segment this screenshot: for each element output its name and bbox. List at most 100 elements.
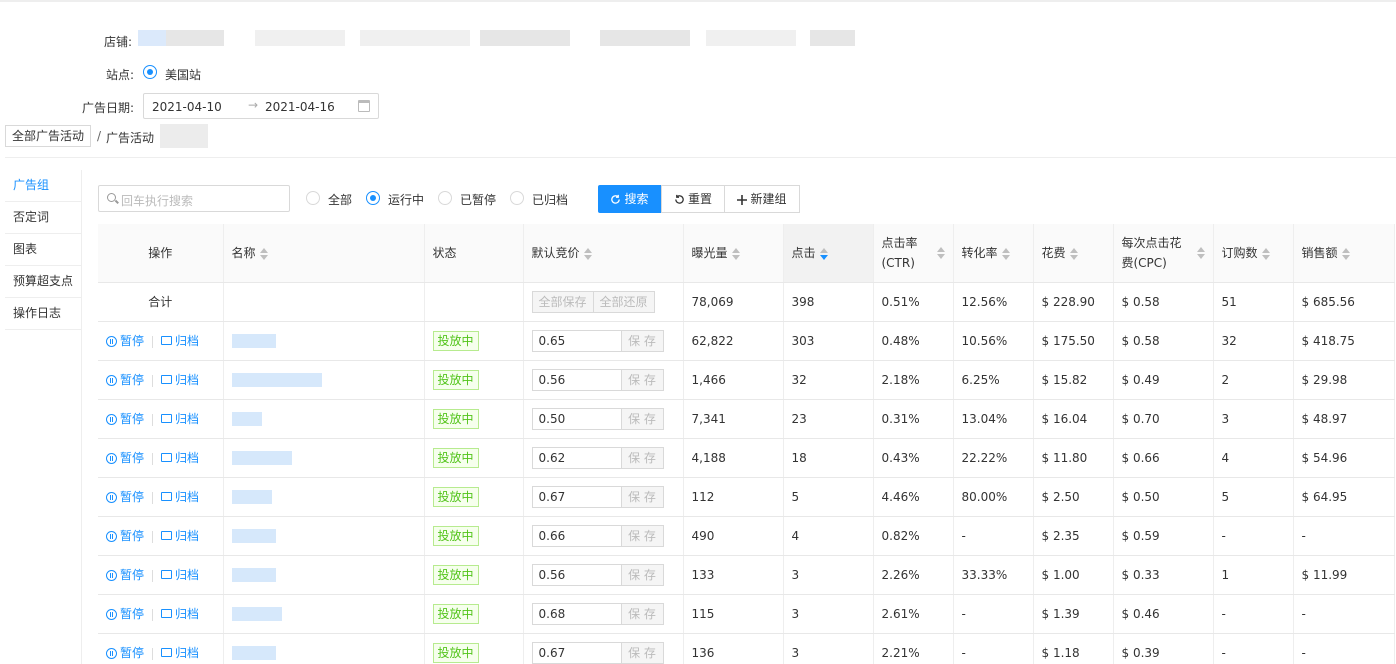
archive-action[interactable]: 归档 <box>161 412 199 426</box>
pause-label: 暂停 <box>120 568 145 582</box>
row-name[interactable] <box>223 360 425 400</box>
sort-icon[interactable] <box>1069 247 1078 260</box>
save-button[interactable]: 保 存 <box>621 368 664 391</box>
col-impressions[interactable]: 曝光量 <box>683 224 784 283</box>
col-orders-label: 订购数 <box>1221 246 1258 261</box>
filter-all-radio[interactable] <box>306 191 320 205</box>
col-name[interactable]: 名称 <box>223 224 425 283</box>
pause-action[interactable]: 暂停 <box>106 373 144 387</box>
row-name[interactable] <box>223 555 425 595</box>
sort-icon[interactable] <box>731 247 740 260</box>
filter-running-label[interactable]: 运行中 <box>388 191 424 208</box>
calendar-icon[interactable] <box>358 100 370 112</box>
sort-icon[interactable] <box>1196 246 1205 259</box>
archive-action[interactable]: 归档 <box>161 334 199 348</box>
col-bid[interactable]: 默认竞价 <box>523 224 684 283</box>
bid-input[interactable]: 0.68 <box>531 602 622 625</box>
save-button[interactable]: 保 存 <box>621 446 664 469</box>
row-name[interactable] <box>223 438 425 478</box>
row-actions: 暂停 归档 <box>98 633 224 664</box>
bid-input[interactable]: 0.50 <box>531 407 622 430</box>
nav-negative-keywords[interactable]: 否定词 <box>5 202 81 234</box>
archive-action[interactable]: 归档 <box>161 373 199 387</box>
sort-icon[interactable] <box>259 247 268 260</box>
pause-action[interactable]: 暂停 <box>106 451 144 465</box>
save-button[interactable]: 保 存 <box>621 485 664 508</box>
reset-button[interactable]: 重置 <box>661 185 725 213</box>
filter-all-label[interactable]: 全部 <box>328 191 352 208</box>
date-start[interactable]: 2021-04-10 <box>152 100 222 114</box>
filter-paused-label[interactable]: 已暂停 <box>460 191 496 208</box>
pause-action[interactable]: 暂停 <box>106 568 144 582</box>
row-name[interactable] <box>223 633 425 664</box>
nav-ad-group[interactable]: 广告组 <box>5 170 81 202</box>
sort-icon[interactable] <box>1261 247 1270 260</box>
pause-action[interactable]: 暂停 <box>106 529 144 543</box>
row-name[interactable] <box>223 516 425 556</box>
pause-action[interactable]: 暂停 <box>106 646 144 660</box>
save-button[interactable]: 保 存 <box>621 407 664 430</box>
pause-action[interactable]: 暂停 <box>106 412 144 426</box>
status-badge: 投放中 <box>432 486 479 507</box>
row-status: 投放中 <box>424 360 524 400</box>
nav-operation-log[interactable]: 操作日志 <box>5 298 81 330</box>
col-cvr[interactable]: 转化率 <box>953 224 1034 283</box>
breadcrumb-all-campaigns[interactable]: 全部广告活动 <box>5 125 92 147</box>
bid-input[interactable]: 0.67 <box>531 485 622 508</box>
name-redacted <box>231 372 322 387</box>
site-option-us[interactable]: 美国站 <box>165 66 201 83</box>
sort-icon[interactable] <box>583 247 592 260</box>
archive-action[interactable]: 归档 <box>161 568 199 582</box>
row-name[interactable] <box>223 321 425 361</box>
row-name[interactable] <box>223 477 425 517</box>
save-button[interactable]: 保 存 <box>621 563 664 586</box>
bid-input[interactable]: 0.67 <box>531 641 622 664</box>
col-orders[interactable]: 订购数 <box>1213 224 1294 283</box>
archive-action[interactable]: 归档 <box>161 607 199 621</box>
pause-action[interactable]: 暂停 <box>106 334 144 348</box>
nav-charts[interactable]: 图表 <box>5 234 81 266</box>
search-input[interactable]: 回车执行搜索 <box>98 185 290 212</box>
new-group-button[interactable]: 新建组 <box>724 185 800 213</box>
archive-action[interactable]: 归档 <box>161 529 199 543</box>
bid-input[interactable]: 0.62 <box>531 446 622 469</box>
bid-input[interactable]: 0.65 <box>531 329 622 352</box>
pause-action[interactable]: 暂停 <box>106 490 144 504</box>
nav-budget-overrun[interactable]: 预算超支点 <box>5 266 81 298</box>
date-end[interactable]: 2021-04-16 <box>265 100 335 114</box>
save-button[interactable]: 保 存 <box>621 602 664 625</box>
search-button[interactable]: 搜索 <box>598 185 661 213</box>
col-sales[interactable]: 销售额 <box>1293 224 1395 283</box>
save-button[interactable]: 保 存 <box>621 329 664 352</box>
filter-archived-radio[interactable] <box>510 191 524 205</box>
sort-icon[interactable] <box>1341 247 1350 260</box>
save-button[interactable]: 保 存 <box>621 641 664 664</box>
archive-action[interactable]: 归档 <box>161 646 199 660</box>
save-button[interactable]: 保 存 <box>621 524 664 547</box>
archive-action[interactable]: 归档 <box>161 490 199 504</box>
date-range-picker[interactable]: 2021-04-10 → 2021-04-16 <box>143 93 379 119</box>
col-clicks[interactable]: 点击 <box>783 224 874 283</box>
bid-input[interactable]: 0.66 <box>531 524 622 547</box>
save-all-button[interactable]: 全部保存 <box>531 290 594 313</box>
row-spend: $ 1.18 <box>1033 633 1114 664</box>
pause-label: 暂停 <box>120 451 145 465</box>
sort-desc-icon[interactable] <box>819 247 828 260</box>
bid-input[interactable]: 0.56 <box>531 368 622 391</box>
row-sales: $ 54.96 <box>1293 438 1395 478</box>
col-spend[interactable]: 花费 <box>1033 224 1114 283</box>
bid-input[interactable]: 0.56 <box>531 563 622 586</box>
col-ctr[interactable]: 点击率 (CTR) <box>873 224 954 283</box>
restore-all-button[interactable]: 全部还原 <box>593 290 655 313</box>
pause-action[interactable]: 暂停 <box>106 607 144 621</box>
col-cpc[interactable]: 每次点击花 费(CPC) <box>1113 224 1214 283</box>
sort-icon[interactable] <box>936 246 945 259</box>
site-radio-us[interactable] <box>143 65 157 79</box>
archive-action[interactable]: 归档 <box>161 451 199 465</box>
sort-icon[interactable] <box>1001 247 1010 260</box>
filter-archived-label[interactable]: 已归档 <box>532 191 568 208</box>
row-name[interactable] <box>223 594 425 634</box>
filter-running-radio[interactable] <box>366 191 380 205</box>
filter-paused-radio[interactable] <box>438 191 452 205</box>
row-name[interactable] <box>223 399 425 439</box>
